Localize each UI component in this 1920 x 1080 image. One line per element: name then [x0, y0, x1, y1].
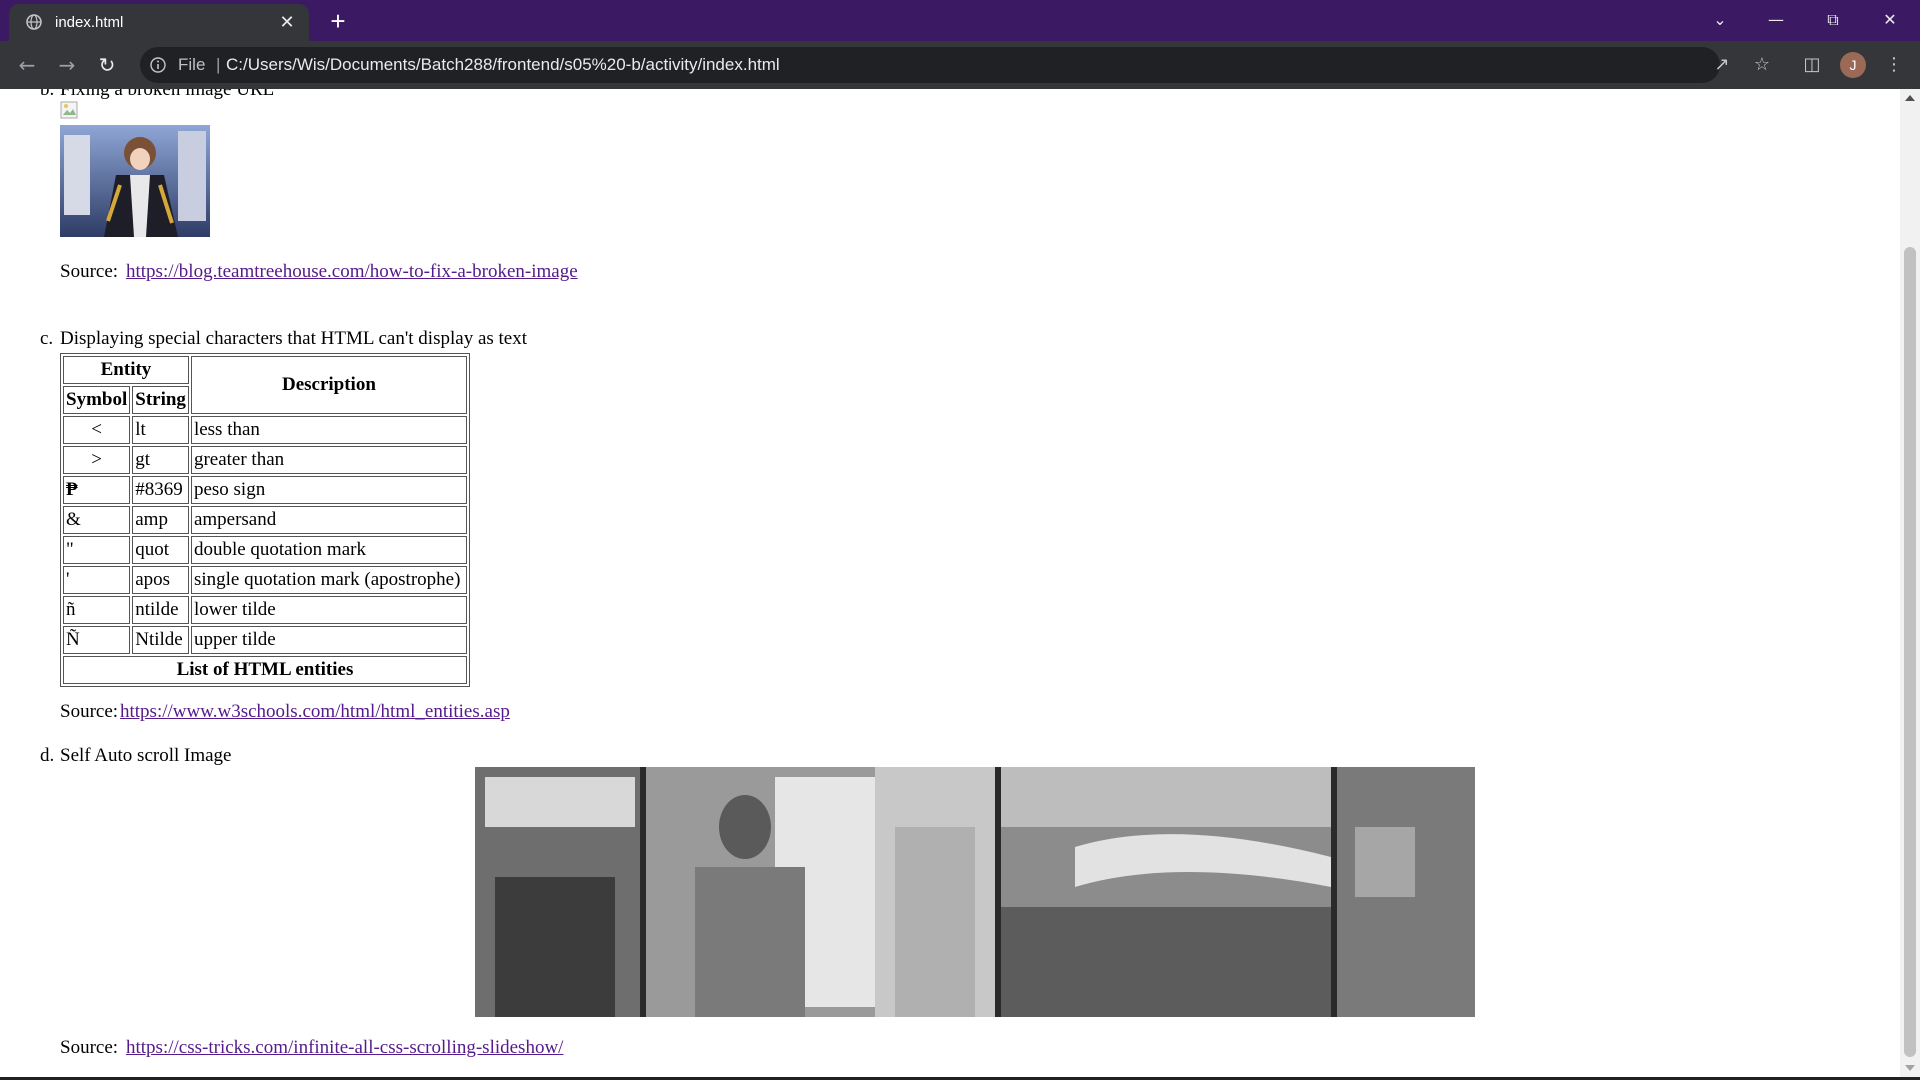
entity-symbol: &: [63, 506, 131, 534]
entity-description: double quotation mark: [190, 536, 467, 564]
minimize-icon[interactable]: —: [1748, 0, 1804, 40]
section-d-heading: Self Auto scroll Image: [60, 745, 232, 766]
restore-icon[interactable]: ⧉: [1805, 0, 1861, 40]
header-symbol: Symbol: [63, 386, 131, 414]
address-separator: |: [216, 55, 221, 74]
browser-toolbar: ← → ↻ File | C:/Users/Wis/Documents/Batc…: [0, 41, 1920, 89]
entity-symbol: ₱: [63, 476, 131, 504]
anime-character-image: [60, 125, 210, 237]
table-row: ' apos single quotation mark (apostrophe…: [63, 566, 467, 594]
table-row: Ñ Ntilde upper tilde: [63, 626, 467, 654]
close-icon[interactable]: ✕: [275, 10, 299, 34]
back-icon[interactable]: ←: [13, 51, 41, 79]
section-b-source-label: Source:: [60, 261, 119, 282]
table-row: ₱ #8369 peso sign: [63, 476, 467, 504]
list-marker-b: b.: [40, 89, 55, 100]
html-entities-table: Entity Description Symbol String < lt le…: [60, 353, 470, 687]
forward-icon[interactable]: →: [53, 51, 81, 79]
star-icon[interactable]: ☆: [1748, 51, 1776, 79]
scroll-thumb[interactable]: [1904, 247, 1916, 1057]
tab-title: index.html: [55, 14, 124, 31]
info-icon[interactable]: [150, 57, 166, 73]
window-close-icon[interactable]: ✕: [1862, 0, 1918, 40]
table-row: < lt less than: [63, 416, 467, 444]
page-viewport: b. Fixing a broken image URL Source: htt…: [0, 89, 1900, 1077]
section-c-source-label: Source:: [60, 701, 119, 722]
new-tab-button[interactable]: +: [324, 7, 352, 35]
table-row: " quot double quotation mark: [63, 536, 467, 564]
entity-description: single quotation mark (apostrophe): [190, 566, 467, 594]
url-text[interactable]: C:/Users/Wis/Documents/Batch288/frontend…: [226, 55, 780, 75]
tab-strip: index.html ✕ + ⌄ — ⧉ ✕: [0, 0, 1920, 41]
list-marker-c: c.: [40, 328, 54, 349]
entity-string: #8369: [132, 476, 189, 504]
section-c-source-link[interactable]: https://www.w3schools.com/html/html_enti…: [120, 701, 510, 723]
entity-string: amp: [132, 506, 189, 534]
page-scrollbar[interactable]: [1900, 89, 1920, 1077]
header-entity: Entity: [63, 356, 189, 384]
menu-icon[interactable]: ⋮: [1880, 51, 1908, 79]
header-description: Description: [190, 356, 467, 414]
entity-description: less than: [190, 416, 467, 444]
table-row: ñ ntilde lower tilde: [63, 596, 467, 624]
entity-description: peso sign: [190, 476, 467, 504]
entity-string: apos: [132, 566, 189, 594]
entity-string: quot: [132, 536, 189, 564]
entity-string: lt: [132, 416, 189, 444]
entity-description: greater than: [190, 446, 467, 474]
entity-symbol: Ñ: [63, 626, 131, 654]
auto-scroll-slideshow-image: [475, 767, 1475, 1017]
list-marker-d: d.: [40, 745, 55, 766]
entity-description: ampersand: [190, 506, 467, 534]
entity-symbol: >: [63, 446, 131, 474]
entity-symbol: ñ: [63, 596, 131, 624]
header-string: String: [132, 386, 189, 414]
entity-description: lower tilde: [190, 596, 467, 624]
entity-symbol: ': [63, 566, 131, 594]
entity-string: ntilde: [132, 596, 189, 624]
scheme-label: File: [178, 55, 206, 74]
table-row: & amp ampersand: [63, 506, 467, 534]
entity-string: Ntilde: [132, 626, 189, 654]
entity-string: gt: [132, 446, 189, 474]
section-c-heading: Displaying special characters that HTML …: [60, 328, 528, 349]
section-b-source-link[interactable]: https://blog.teamtreehouse.com/how-to-fi…: [126, 261, 578, 283]
reload-icon[interactable]: ↻: [93, 51, 121, 79]
scroll-up-arrow-icon[interactable]: [1905, 95, 1915, 101]
entity-description: upper tilde: [190, 626, 467, 654]
sidepanel-icon[interactable]: ◫: [1798, 51, 1826, 79]
entity-symbol: ": [63, 536, 131, 564]
section-d-source-link[interactable]: https://css-tricks.com/infinite-all-css-…: [126, 1037, 563, 1059]
active-tab[interactable]: index.html ✕: [9, 4, 309, 41]
scroll-down-arrow-icon[interactable]: [1905, 1065, 1915, 1071]
globe-icon: [26, 14, 42, 30]
table-row: > gt greater than: [63, 446, 467, 474]
broken-image-icon: [60, 101, 78, 119]
chevron-down-icon[interactable]: ⌄: [1692, 0, 1748, 40]
share-icon[interactable]: ↗: [1708, 51, 1736, 79]
address-bar[interactable]: File | C:/Users/Wis/Documents/Batch288/f…: [140, 47, 1720, 83]
table-caption: List of HTML entities: [63, 656, 467, 684]
avatar[interactable]: J: [1840, 52, 1866, 78]
section-d-source-label: Source:: [60, 1037, 119, 1058]
section-b-heading: Fixing a broken image URL: [60, 89, 275, 100]
entity-symbol: <: [63, 416, 131, 444]
